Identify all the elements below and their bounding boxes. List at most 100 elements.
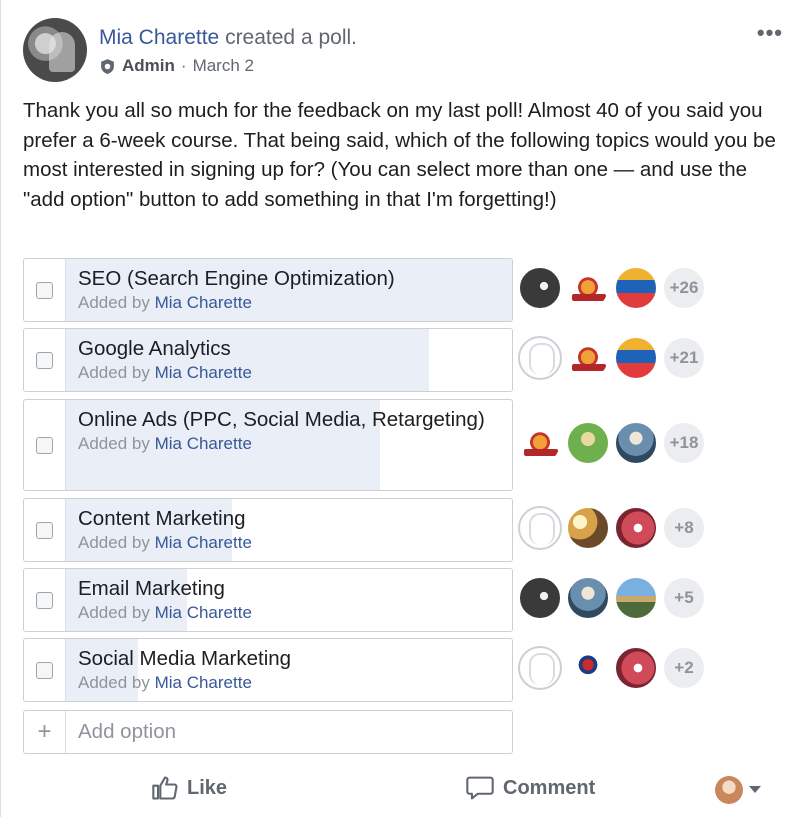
comment-button[interactable]: Comment xyxy=(465,774,595,802)
voter-avatar[interactable] xyxy=(518,646,562,690)
like-label: Like xyxy=(187,776,228,799)
post-text: Thank you all so much for the feedback o… xyxy=(23,99,776,211)
added-by-author-link[interactable]: Mia Charette xyxy=(155,293,252,312)
option-voters[interactable]: +5 xyxy=(518,576,710,620)
option-voters[interactable]: +18 xyxy=(518,421,710,465)
option-voters[interactable]: +8 xyxy=(518,506,710,550)
voter-avatar[interactable] xyxy=(566,421,610,465)
poll-option[interactable]: Social Media Marketing Added by Mia Chare… xyxy=(23,638,513,702)
option-added-by: Added by Mia Charette xyxy=(78,292,502,314)
option-added-by: Added by Mia Charette xyxy=(78,532,502,554)
caret-down-icon[interactable] xyxy=(749,786,761,793)
viewer-avatar[interactable] xyxy=(715,776,743,804)
option-content: Online Ads (PPC, Social Media, Retargeti… xyxy=(78,406,502,455)
added-by-prefix: Added by xyxy=(78,533,150,552)
checkbox-cell[interactable] xyxy=(24,400,66,490)
option-checkbox[interactable] xyxy=(36,661,53,679)
voter-avatar[interactable] xyxy=(566,506,610,550)
add-option-input[interactable] xyxy=(66,720,466,744)
more-voters-count[interactable]: +18 xyxy=(662,421,706,465)
checkbox-cell[interactable] xyxy=(24,329,66,391)
voter-avatar[interactable] xyxy=(518,266,562,310)
shield-icon xyxy=(101,58,114,74)
option-content: Social Media Marketing Added by Mia Chare… xyxy=(78,645,502,694)
voter-avatar[interactable] xyxy=(566,336,610,380)
added-by-prefix: Added by xyxy=(78,293,150,312)
poll-option[interactable]: Email Marketing Added by Mia Charette xyxy=(23,568,513,632)
added-by-author-link[interactable]: Mia Charette xyxy=(155,533,252,552)
voter-avatar[interactable] xyxy=(566,576,610,620)
voter-avatar[interactable] xyxy=(518,336,562,380)
option-label: Google Analytics xyxy=(78,337,231,360)
option-label: Content Marketing xyxy=(78,507,246,530)
option-checkbox[interactable] xyxy=(36,436,53,454)
checkbox-cell[interactable] xyxy=(24,639,66,701)
option-checkbox[interactable] xyxy=(36,521,53,539)
author-line: Mia Charette created a poll. xyxy=(99,26,357,50)
added-by-prefix: Added by xyxy=(78,363,150,382)
option-added-by: Added by Mia Charette xyxy=(78,602,502,624)
voter-avatar[interactable] xyxy=(614,421,658,465)
option-content: Google Analytics Added by Mia Charette xyxy=(78,335,502,384)
checkbox-cell[interactable] xyxy=(24,499,66,561)
voter-avatar[interactable] xyxy=(614,336,658,380)
option-voters[interactable]: +26 xyxy=(518,266,710,310)
voter-avatar[interactable] xyxy=(566,266,610,310)
option-voters[interactable]: +21 xyxy=(518,336,710,380)
author-name-link[interactable]: Mia Charette xyxy=(99,26,219,49)
post-header: Mia Charette created a poll. Admin · Mar… xyxy=(23,18,783,84)
voter-avatar[interactable] xyxy=(614,266,658,310)
added-by-author-link[interactable]: Mia Charette xyxy=(155,603,252,622)
post-actions: Like Comment xyxy=(1,764,800,814)
post-meta: Admin · March 2 xyxy=(99,56,254,76)
added-by-prefix: Added by xyxy=(78,673,150,692)
option-checkbox[interactable] xyxy=(36,591,53,609)
checkbox-cell[interactable] xyxy=(24,259,66,321)
more-voters-count[interactable]: +5 xyxy=(662,576,706,620)
more-voters-count[interactable]: +21 xyxy=(662,336,706,380)
option-voters[interactable]: +2 xyxy=(518,646,710,690)
option-content: SEO (Search Engine Optimization) Added by… xyxy=(78,265,502,314)
voter-avatar[interactable] xyxy=(566,646,610,690)
voter-avatar[interactable] xyxy=(518,421,562,465)
voter-avatar[interactable] xyxy=(614,646,658,690)
thumbs-up-icon xyxy=(152,776,178,800)
voter-avatar[interactable] xyxy=(614,506,658,550)
voter-avatar[interactable] xyxy=(614,576,658,620)
more-voters-count[interactable]: +8 xyxy=(662,506,706,550)
option-label: Online Ads (PPC, Social Media, Retargeti… xyxy=(78,408,485,431)
option-checkbox[interactable] xyxy=(36,351,53,369)
poll-post: Mia Charette created a poll. Admin · Mar… xyxy=(0,0,800,817)
meta-separator: · xyxy=(180,56,187,75)
poll-option[interactable]: Content Marketing Added by Mia Charette xyxy=(23,498,513,562)
option-content: Email Marketing Added by Mia Charette xyxy=(78,575,502,624)
poll-option[interactable]: Online Ads (PPC, Social Media, Retargeti… xyxy=(23,399,513,491)
added-by-author-link[interactable]: Mia Charette xyxy=(155,673,252,692)
admin-badge: Admin xyxy=(122,56,175,75)
option-added-by: Added by Mia Charette xyxy=(78,362,502,384)
checkbox-cell[interactable] xyxy=(24,569,66,631)
ellipsis-icon[interactable]: ••• xyxy=(757,20,783,46)
more-voters-count[interactable]: +2 xyxy=(662,646,706,690)
comment-bubble-icon xyxy=(466,776,494,800)
poll-option[interactable]: SEO (Search Engine Optimization) Added by… xyxy=(23,258,513,322)
option-content: Content Marketing Added by Mia Charette xyxy=(78,505,502,554)
option-label: SEO (Search Engine Optimization) xyxy=(78,267,395,290)
option-label: Social Media Marketing xyxy=(78,647,292,670)
option-checkbox[interactable] xyxy=(36,281,53,299)
poll-option[interactable]: Google Analytics Added by Mia Charette xyxy=(23,328,513,392)
like-button[interactable]: Like xyxy=(151,774,227,802)
more-voters-count[interactable]: +26 xyxy=(662,266,706,310)
author-avatar[interactable] xyxy=(23,18,87,82)
comment-label: Comment xyxy=(503,776,596,799)
added-by-author-link[interactable]: Mia Charette xyxy=(155,363,252,382)
voter-avatar[interactable] xyxy=(518,576,562,620)
voter-avatar[interactable] xyxy=(518,506,562,550)
post-date[interactable]: March 2 xyxy=(193,56,254,76)
added-by-prefix: Added by xyxy=(78,434,150,453)
add-option-field[interactable]: + xyxy=(23,710,513,754)
option-added-by: Added by Mia Charette xyxy=(78,433,502,455)
plus-icon[interactable]: + xyxy=(24,711,66,753)
added-by-author-link[interactable]: Mia Charette xyxy=(155,434,252,453)
added-by-prefix: Added by xyxy=(78,603,150,622)
